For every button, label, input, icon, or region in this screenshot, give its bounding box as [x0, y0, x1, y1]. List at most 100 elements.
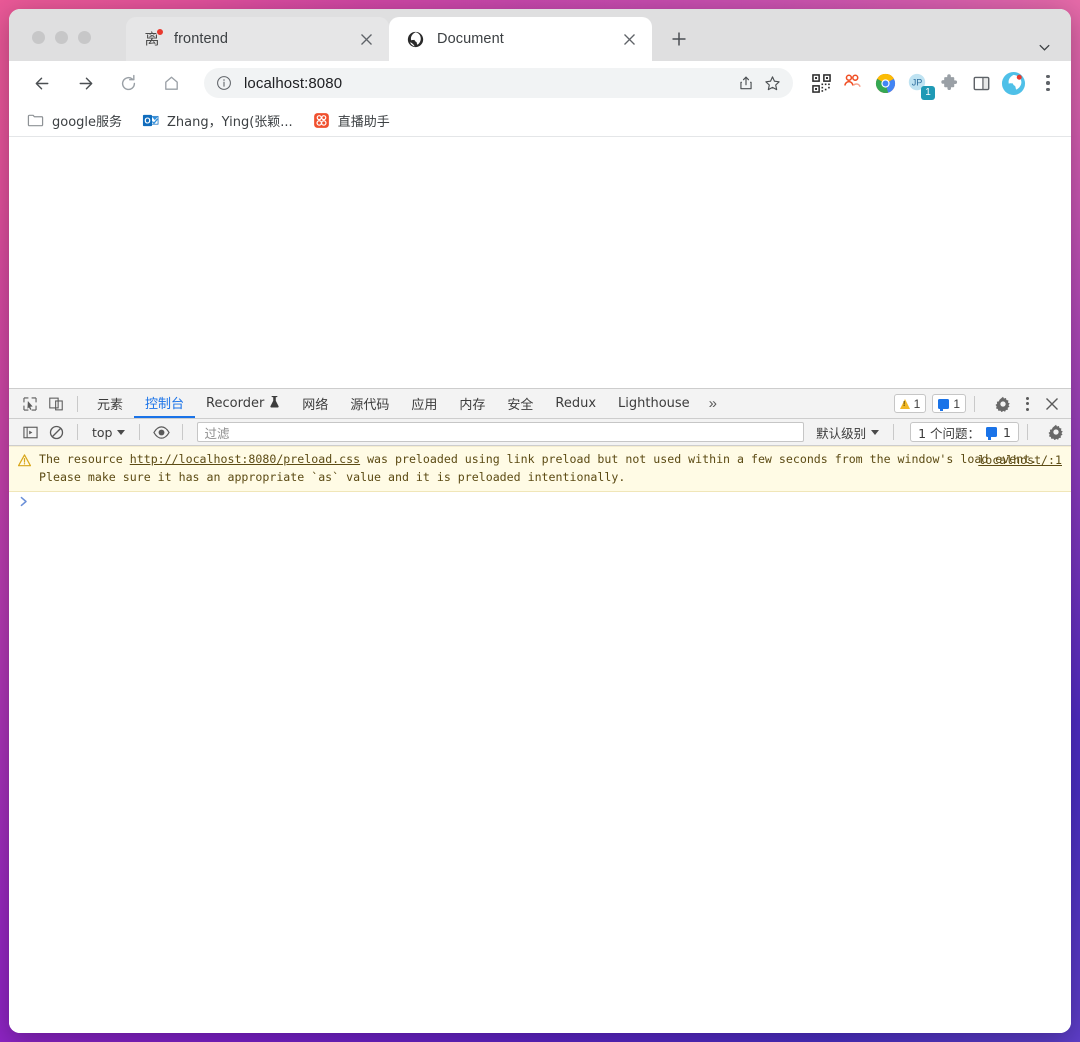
issues-count: 1 — [1003, 424, 1011, 440]
close-icon[interactable] — [1039, 393, 1065, 415]
close-icon[interactable] — [618, 28, 640, 50]
log-level-selector[interactable]: 默认级别 — [810, 423, 885, 442]
console-toolbar: top 过滤 默认级别 1 个问题： 1 — [9, 419, 1071, 446]
kebab-menu-icon[interactable] — [1035, 70, 1061, 96]
console-message-text: The resource http://localhost:8080/prelo… — [32, 451, 1065, 486]
tab-sources[interactable]: 源代码 — [339, 389, 400, 418]
tab-document[interactable]: Document — [389, 17, 652, 61]
divider — [77, 395, 78, 412]
warning-triangle-icon — [17, 451, 32, 486]
issues-count-chip[interactable]: 1 — [932, 394, 966, 413]
inspect-element-icon[interactable] — [17, 392, 43, 416]
execution-context-selector[interactable]: top — [86, 422, 131, 442]
tab-label: Recorder — [206, 396, 265, 411]
outlook-icon: O — [142, 112, 159, 129]
tab-console[interactable]: 控制台 — [134, 389, 196, 418]
issues-count: 1 — [953, 396, 960, 411]
window-zoom-button[interactable] — [78, 31, 91, 44]
tab-security[interactable]: 安全 — [496, 389, 544, 418]
chevron-down-icon — [871, 429, 880, 435]
home-button[interactable] — [156, 68, 186, 98]
console-source-link[interactable]: localhost/:1 — [978, 452, 1062, 470]
tab-memory[interactable]: 内存 — [448, 389, 496, 418]
bookmark-google-services[interactable]: google服务 — [27, 111, 122, 130]
divider — [182, 424, 184, 440]
gear-icon[interactable] — [991, 393, 1015, 415]
issue-message-icon — [986, 427, 998, 440]
tab-label: 控制台 — [145, 397, 185, 412]
reload-button[interactable] — [113, 68, 143, 98]
chrome-extension-icon[interactable] — [871, 69, 899, 97]
device-toolbar-icon[interactable] — [43, 392, 69, 416]
new-tab-button[interactable] — [662, 22, 696, 56]
cjk-glyph-favicon: 离 — [143, 28, 164, 48]
profile-avatar-icon[interactable] — [999, 69, 1027, 97]
console-issues-button[interactable]: 1 个问题： 1 — [910, 422, 1019, 442]
forward-button[interactable] — [70, 68, 100, 98]
tab-network[interactable]: 网络 — [291, 389, 339, 418]
clear-console-icon[interactable] — [43, 421, 69, 443]
prompt-caret-icon — [19, 496, 29, 511]
side-panel-icon[interactable] — [967, 69, 995, 97]
devtools-tab-strip: 元素 控制台 Recorder 网络 源代码 应用 内存 安全 Redux Li… — [9, 389, 1071, 419]
puzzle-extensions-icon[interactable] — [935, 69, 963, 97]
close-icon[interactable] — [355, 28, 377, 50]
page-viewport[interactable] — [9, 137, 1071, 388]
issue-message-icon — [938, 398, 950, 411]
tab-label: 网络 — [302, 398, 329, 413]
tab-label: 元素 — [97, 398, 124, 413]
globe-icon — [406, 30, 424, 48]
console-filter-input[interactable]: 过滤 — [197, 422, 805, 442]
browser-window: 离 frontend Document localhost:8080 JP 1 … — [9, 9, 1071, 1033]
tabs-container: 离 frontend Document — [126, 9, 696, 61]
chevron-down-icon[interactable] — [1034, 37, 1054, 57]
browser-toolbar: localhost:8080 JP 1 — [9, 61, 1071, 105]
warning-count: 1 — [913, 396, 921, 411]
tab-recorder[interactable]: Recorder — [195, 389, 291, 418]
folder-icon — [27, 112, 44, 129]
tab-frontend[interactable]: 离 frontend — [126, 17, 389, 61]
issues-label: 1 个问题： — [918, 425, 981, 441]
star-icon[interactable] — [759, 70, 785, 96]
console-prompt[interactable] — [9, 492, 1071, 514]
back-button[interactable] — [27, 68, 57, 98]
tab-lighthouse[interactable]: Lighthouse — [607, 389, 701, 418]
extension-badge-count: 1 — [921, 86, 935, 100]
window-close-button[interactable] — [32, 31, 45, 44]
info-circle-icon[interactable] — [216, 75, 233, 92]
tab-application[interactable]: 应用 — [400, 389, 448, 418]
tab-elements[interactable]: 元素 — [86, 389, 134, 418]
notification-badge-dot — [156, 28, 164, 36]
extensions-area: JP 1 — [793, 69, 1061, 100]
bookmark-outlook-contact[interactable]: O Zhang，Ying(张颖... — [142, 111, 293, 130]
devtools-overflow-button[interactable]: » — [701, 395, 725, 412]
tab-redux[interactable]: Redux — [544, 389, 607, 418]
share-icon[interactable] — [733, 70, 759, 96]
jp-extension-icon[interactable]: JP 1 — [903, 69, 935, 100]
kebab-menu-icon[interactable] — [1017, 393, 1037, 415]
bookmark-live-assistant[interactable]: 直播助手 — [313, 111, 390, 130]
context-value: top — [92, 424, 113, 440]
divider — [974, 395, 975, 412]
warning-triangle-icon — [899, 398, 910, 409]
tab-label: 应用 — [411, 398, 438, 413]
qr-code-extension-icon[interactable] — [807, 69, 835, 97]
devtools-panel: 元素 控制台 Recorder 网络 源代码 应用 内存 安全 Redux Li… — [9, 388, 1071, 1033]
address-bar[interactable]: localhost:8080 — [204, 68, 793, 98]
console-output[interactable]: The resource http://localhost:8080/prelo… — [9, 446, 1071, 1033]
console-message-warning[interactable]: The resource http://localhost:8080/prelo… — [9, 446, 1071, 492]
message-prefix: The resource — [39, 452, 130, 466]
tab-label: 内存 — [459, 398, 486, 413]
warning-count-chip[interactable]: 1 — [893, 394, 927, 413]
preload-resource-link[interactable]: http://localhost:8080/preload.css — [130, 452, 360, 466]
contacts-extension-icon[interactable] — [839, 69, 867, 97]
svg-text:O: O — [144, 117, 150, 126]
url-text[interactable]: localhost:8080 — [244, 75, 733, 92]
console-sidebar-icon[interactable] — [17, 421, 43, 443]
gear-icon[interactable] — [1044, 421, 1068, 443]
filter-placeholder: 过滤 — [204, 425, 230, 441]
live-expression-eye-icon[interactable] — [148, 421, 174, 443]
tab-label: 安全 — [507, 398, 534, 413]
tab-title: Document — [437, 31, 504, 47]
window-minimize-button[interactable] — [55, 31, 68, 44]
